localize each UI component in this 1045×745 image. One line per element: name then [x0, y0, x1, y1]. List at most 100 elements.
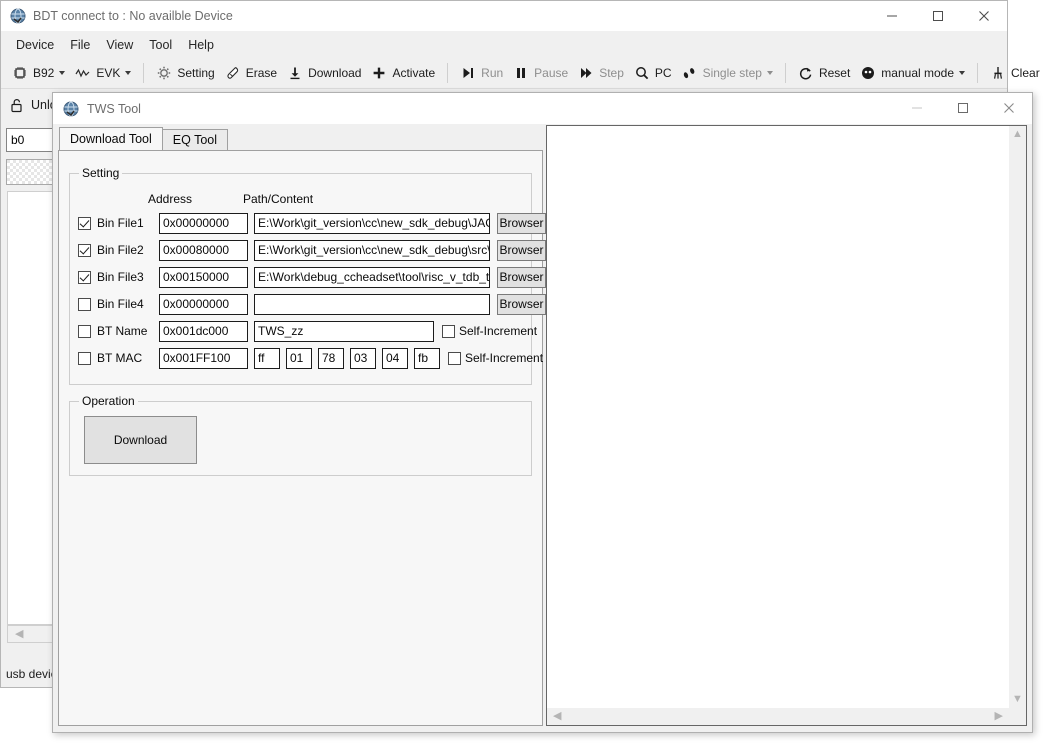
toolbar-separator	[977, 63, 979, 83]
input-bin-file-3-address[interactable]: 0x00150000	[159, 266, 248, 288]
checkbox-bt-name[interactable]	[78, 324, 91, 338]
checkbox-bt-mac[interactable]	[78, 351, 91, 365]
menu-item-tool[interactable]: Tool	[141, 34, 180, 56]
toolbar-manual-mode-label: manual mode	[881, 66, 955, 80]
toolbar-reset-button[interactable]: Reset	[793, 60, 855, 86]
tws-maximize-button[interactable]	[940, 93, 986, 123]
input-bin-file-4-address[interactable]: 0x00000000	[159, 293, 248, 315]
chevron-down-icon[interactable]	[766, 71, 773, 75]
row-bin-file-4: Bin File4 0x00000000 Browser	[78, 293, 546, 315]
toolbar-step-button[interactable]: Step	[573, 60, 629, 86]
tws-close-button[interactable]	[986, 93, 1032, 123]
input-bin-file-3-path[interactable]: E:\Work\debug_ccheadset\tool\risc_v_tdb_…	[254, 266, 490, 288]
toolbar-activate-button[interactable]: Activate	[366, 60, 440, 86]
input-bt-name-address[interactable]: 0x001dc000	[159, 320, 248, 342]
toolbar-separator	[784, 63, 786, 83]
bdt-maximize-button[interactable]	[915, 1, 961, 31]
toolbar-pc-button[interactable]: PC	[629, 60, 677, 86]
checkbox-bt-name-self-increment[interactable]	[442, 324, 455, 338]
reset-arrow-icon	[798, 65, 814, 81]
scroll-left-icon[interactable]: ◀	[12, 626, 26, 643]
input-bin-file-1-address[interactable]: 0x00000000	[159, 212, 248, 234]
input-bt-mac-octet-6[interactable]: fb	[414, 347, 440, 369]
toolbar-run-label: Run	[481, 66, 504, 80]
tws-minimize-button[interactable]	[894, 93, 940, 123]
tab-download-tool[interactable]: Download Tool	[59, 127, 163, 150]
checkbox-bin-file-2[interactable]	[78, 243, 91, 257]
label-bin-file-4: Bin File4	[97, 297, 144, 311]
browser-button-bin-file-3[interactable]: Browser	[497, 266, 546, 288]
bdt-close-button[interactable]	[961, 1, 1007, 31]
step-icon	[578, 65, 594, 81]
menu-item-device[interactable]: Device	[8, 34, 62, 56]
scroll-right-icon[interactable]: ▶	[992, 708, 1006, 725]
scroll-up-icon[interactable]: ▲	[1009, 126, 1026, 143]
tws-titlebar: TWS Tool	[53, 93, 1032, 124]
toolbar-erase-button[interactable]: Erase	[220, 60, 282, 86]
chevron-down-icon[interactable]	[959, 71, 966, 75]
toolbar-clear-button[interactable]: Clear	[985, 60, 1045, 86]
row-bin-file-3: Bin File3 0x00150000 E:\Work\debug_cchea…	[78, 266, 546, 288]
input-bin-file-1-path[interactable]: E:\Work\git_version\cc\new_sdk_debug\JAG…	[254, 212, 490, 234]
toolbar-pause-button[interactable]: Pause	[508, 60, 573, 86]
toolbar-chip-select[interactable]: B92	[7, 60, 70, 86]
eraser-icon	[225, 65, 241, 81]
input-bt-name-value[interactable]: TWS_zz	[254, 320, 434, 342]
toolbar-single-step-button[interactable]: Single step	[677, 60, 778, 86]
toolbar-download-button[interactable]: Download	[282, 60, 366, 86]
log-textarea[interactable]	[547, 126, 1009, 708]
browser-button-bin-file-2[interactable]: Browser	[497, 239, 546, 261]
chip-icon	[12, 65, 28, 81]
browser-button-bin-file-4[interactable]: Browser	[497, 293, 546, 315]
input-bt-mac-octet-4[interactable]: 03	[350, 347, 376, 369]
input-bt-mac-octet-5[interactable]: 04	[382, 347, 408, 369]
bdt-minimize-button[interactable]	[869, 1, 915, 31]
download-button[interactable]: Download	[84, 416, 197, 464]
checkbox-bin-file-4[interactable]	[78, 297, 91, 311]
input-bt-mac-octet-2[interactable]: 01	[286, 347, 312, 369]
scroll-down-icon[interactable]: ▼	[1009, 691, 1026, 708]
open-padlock-icon	[9, 97, 25, 113]
footsteps-icon	[682, 65, 698, 81]
menu-item-help[interactable]: Help	[180, 34, 222, 56]
operation-group-title: Operation	[79, 394, 138, 408]
toolbar-run-button[interactable]: Run	[455, 60, 508, 86]
checkbox-bt-mac-self-increment[interactable]	[448, 351, 461, 365]
toolbar-pause-label: Pause	[534, 66, 569, 80]
input-bin-file-4-path[interactable]	[254, 293, 490, 315]
tws-log-pane: ▲ ▼ ◀ ▶	[546, 125, 1027, 726]
toolbar-separator	[447, 63, 449, 83]
chevron-down-icon[interactable]	[59, 71, 66, 75]
menu-item-file[interactable]: File	[62, 34, 98, 56]
self-increment-bt-name: Self-Increment	[442, 324, 537, 338]
input-bt-mac-octet-1[interactable]: ff	[254, 347, 280, 369]
checkbox-bin-file-3[interactable]	[78, 270, 91, 284]
label-bt-mac-self-increment: Self-Increment	[465, 351, 544, 365]
input-bin-file-2-path[interactable]: E:\Work\git_version\cc\new_sdk_debug\src…	[254, 239, 490, 261]
toolbar-manual-mode-button[interactable]: manual mode	[855, 60, 970, 86]
toolbar-clear-label: Clear	[1011, 66, 1040, 80]
log-vertical-scrollbar[interactable]: ▲ ▼	[1009, 126, 1026, 708]
column-header-path: Path/Content	[243, 192, 314, 206]
gear-icon	[156, 65, 172, 81]
toolbar-erase-label: Erase	[245, 66, 278, 80]
toolbar-step-label: Step	[599, 66, 624, 80]
menu-item-view[interactable]: View	[98, 34, 141, 56]
browser-button-bin-file-1[interactable]: Browser	[497, 212, 546, 234]
label-bin-file-2: Bin File2	[97, 243, 144, 257]
log-horizontal-scrollbar[interactable]: ◀ ▶	[547, 708, 1009, 725]
scroll-left-icon[interactable]: ◀	[550, 708, 564, 725]
tab-eq-tool[interactable]: EQ Tool	[161, 129, 229, 150]
toolbar-setting-button[interactable]: Setting	[151, 60, 219, 86]
input-bt-mac-octet-3[interactable]: 78	[318, 347, 344, 369]
row-bt-name: BT Name 0x001dc000 TWS_zz Self-Increment	[78, 320, 537, 342]
input-bt-mac-address[interactable]: 0x001FF100	[159, 347, 248, 369]
operation-groupbox: Operation Download	[69, 394, 532, 476]
chevron-down-icon[interactable]	[125, 71, 132, 75]
toolbar-evk-select[interactable]: EVK	[70, 60, 136, 86]
bdt-window-controls	[869, 1, 1007, 31]
input-bin-file-2-address[interactable]: 0x00080000	[159, 239, 248, 261]
label-bt-name-self-increment: Self-Increment	[459, 324, 538, 338]
broom-icon	[990, 65, 1006, 81]
checkbox-bin-file-1[interactable]	[78, 216, 91, 230]
